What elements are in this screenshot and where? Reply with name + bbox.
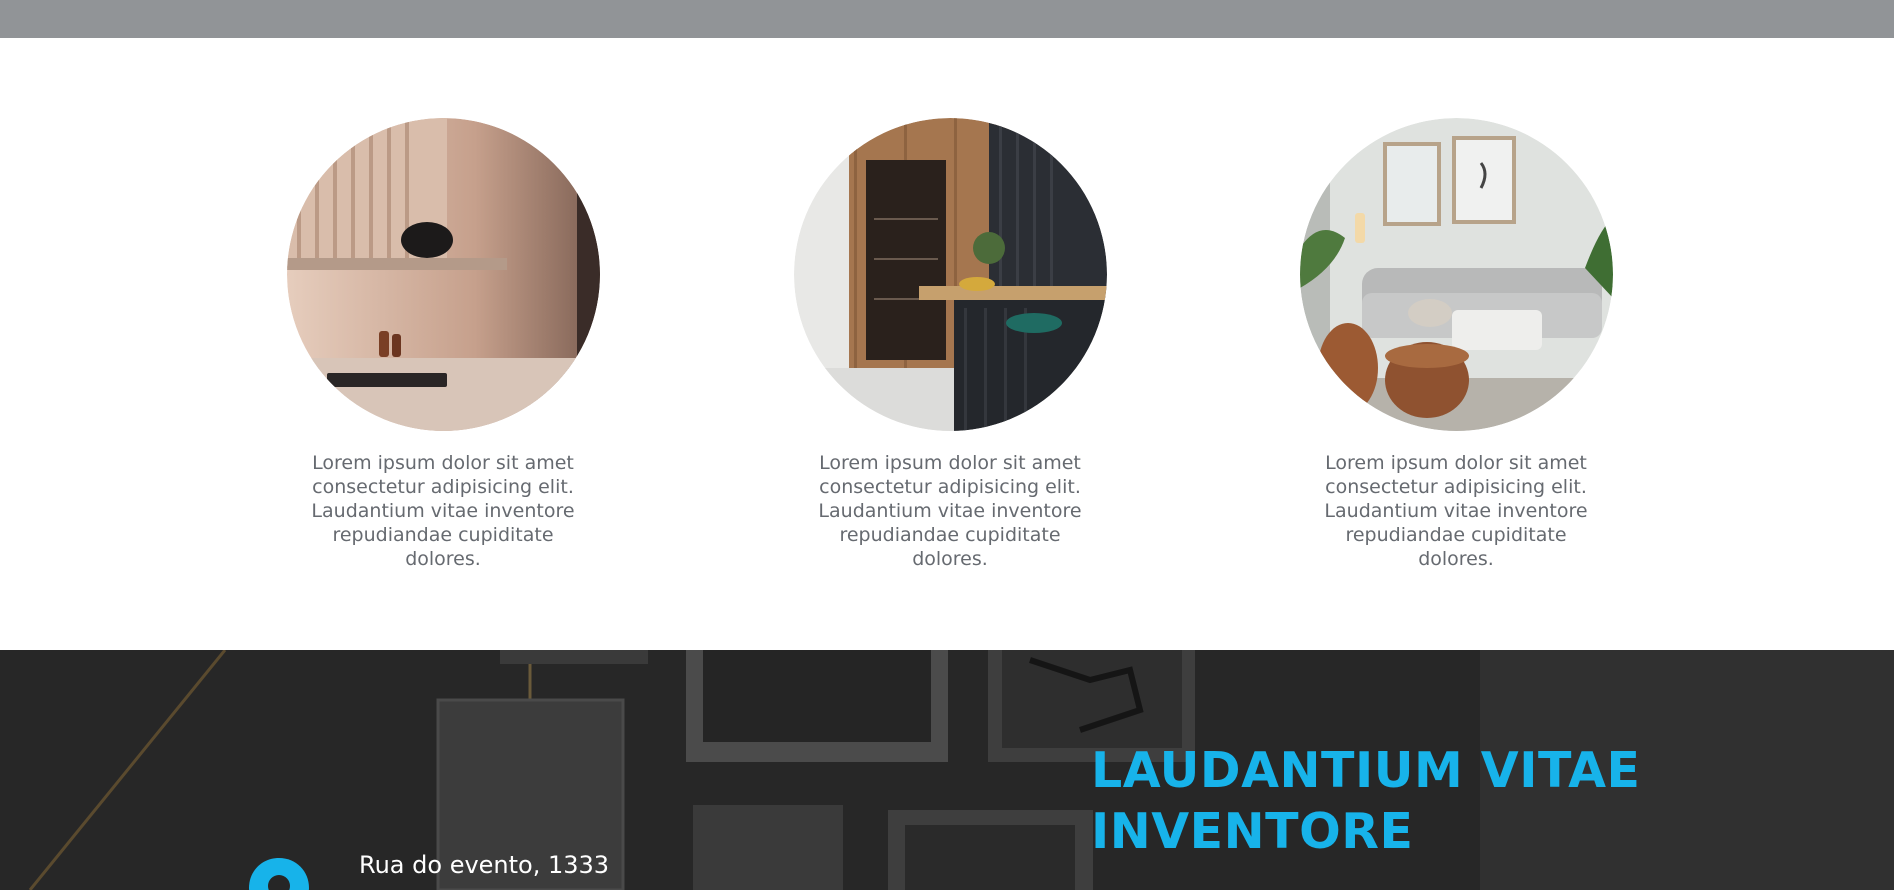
feature-text-1: Lorem ipsum dolor sit amet consectetur a… (311, 452, 575, 570)
contact-address: Rua do evento, 1333 (359, 851, 610, 879)
feature-image-living-room (1299, 118, 1613, 431)
feature-text-2: Lorem ipsum dolor sit amet consectetur a… (818, 452, 1082, 570)
location-pin-icon (249, 858, 309, 890)
feature-card-2: Lorem ipsum dolor sit amet consectetur a… (780, 118, 1120, 571)
top-bar (0, 0, 1894, 38)
feature-text-3: Lorem ipsum dolor sit amet consectetur a… (1324, 452, 1588, 570)
contact-section: LAUDANTIUM VITAE INVENTORE Rua do evento… (0, 650, 1894, 890)
contact-title: LAUDANTIUM VITAE INVENTORE (1091, 742, 1641, 860)
feature-card-3: Lorem ipsum dolor sit amet consectetur a… (1286, 118, 1626, 571)
features-section: Lorem ipsum dolor sit amet consectetur a… (0, 38, 1894, 650)
feature-card-1: Lorem ipsum dolor sit amet consectetur a… (273, 118, 613, 571)
feature-image-kitchen (793, 118, 1107, 431)
feature-image-shelf-lamp (286, 118, 600, 431)
